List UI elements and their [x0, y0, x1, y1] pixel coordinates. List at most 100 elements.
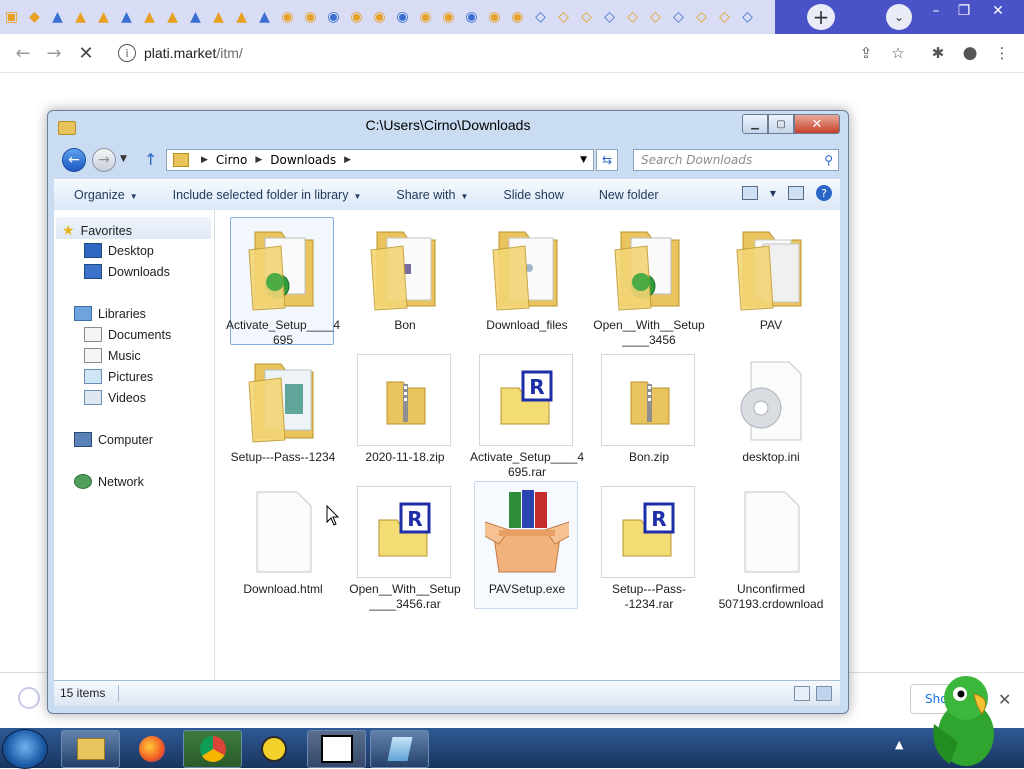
tab-favicon[interactable]: ◉ [483, 4, 506, 30]
tab-favicon[interactable]: ◇ [667, 4, 690, 30]
maximize-icon[interactable]: ▢ [768, 114, 794, 134]
start-button[interactable] [2, 729, 48, 769]
address-breadcrumb[interactable]: ▶ Cirno ▶ Downloads ▶ ▼ [166, 149, 594, 171]
file-item[interactable]: Bon [352, 217, 456, 345]
profile-avatar-icon[interactable]: ● [958, 42, 982, 64]
tab-favicon[interactable]: ◉ [460, 4, 483, 30]
taskbar-explorer-icon[interactable] [61, 730, 120, 768]
stop-loading-icon[interactable]: ✕ [73, 40, 99, 66]
bookmark-star-icon[interactable]: ☆ [886, 42, 910, 64]
tab-favicon[interactable]: ▲ [230, 4, 253, 30]
recent-pages-chevron-icon[interactable]: ▼ [120, 154, 127, 164]
file-item[interactable]: Activate_Setup____4695 [226, 217, 340, 347]
back-arrow-icon[interactable]: ← [62, 148, 86, 172]
nav-computer[interactable]: Computer [74, 432, 153, 447]
chevron-right-icon[interactable]: ▶ [201, 155, 208, 165]
nav-pictures[interactable]: Pictures [84, 369, 153, 384]
tab-favicon[interactable]: ◇ [575, 4, 598, 30]
search-icon[interactable]: ⚲ [824, 150, 833, 170]
slide-show-button[interactable]: Slide show [483, 188, 578, 202]
nav-music[interactable]: Music [84, 348, 141, 363]
preview-pane-icon[interactable] [788, 186, 804, 200]
site-info-icon[interactable]: i [118, 44, 136, 62]
file-item[interactable]: Setup---Pass--1234 [230, 349, 335, 477]
nav-videos[interactable]: Videos [84, 390, 146, 405]
tab-favicon[interactable]: ◉ [276, 4, 299, 30]
tab-favicon[interactable]: ◉ [322, 4, 345, 30]
new-folder-button[interactable]: New folder [579, 188, 674, 202]
tab-favicon[interactable]: ▲ [115, 4, 138, 30]
taskbar-7zip-icon[interactable] [307, 730, 366, 768]
back-arrow-icon[interactable]: ← [10, 40, 36, 66]
tab-favicon[interactable]: ◉ [345, 4, 368, 30]
taskbar-document-icon[interactable] [370, 730, 429, 768]
taskbar-chrome-icon[interactable] [183, 730, 242, 768]
organize-button[interactable]: Organize ▼ [54, 188, 153, 202]
up-folder-icon[interactable]: ↑ [144, 150, 157, 169]
pinned-tabs[interactable]: ▣ ◆ ▲ ▲ ▲ ▲ ▲ ▲ ▲ ▲ ▲ ▲ ◉ ◉ ◉ ◉ ◉ ◉ ◉ ◉ … [0, 0, 775, 34]
tab-favicon[interactable]: ◆ [23, 4, 46, 30]
minimize-icon[interactable]: ▁ [742, 114, 768, 134]
file-item[interactable]: R Open__With__Setup____3456.rar [349, 481, 461, 611]
file-item[interactable]: desktop.ini [718, 349, 822, 477]
file-item[interactable]: R Activate_Setup____4695.rar [470, 349, 584, 479]
tab-favicon[interactable]: ◇ [736, 4, 759, 30]
close-icon[interactable]: ✕ [794, 114, 840, 134]
nav-favorites[interactable]: ★ Favorites [62, 222, 132, 239]
tab-search-chevron-icon[interactable]: ⌄ [886, 4, 912, 30]
tab-favicon[interactable]: ▲ [207, 4, 230, 30]
close-icon[interactable]: ✕ [984, 0, 1012, 22]
tab-favicon[interactable]: ▲ [161, 4, 184, 30]
tab-favicon[interactable]: ◇ [713, 4, 736, 30]
tab-favicon[interactable]: ▲ [138, 4, 161, 30]
tab-favicon[interactable]: ▲ [46, 4, 69, 30]
nav-network[interactable]: Network [74, 474, 144, 489]
tray-show-hidden-icon[interactable]: ▲ [895, 738, 903, 751]
share-with-button[interactable]: Share with ▼ [376, 188, 483, 202]
file-item[interactable]: Open__With__Setup____3456 [593, 217, 705, 347]
chevron-down-icon[interactable]: ▼ [770, 189, 776, 198]
tab-favicon[interactable]: ◇ [552, 4, 575, 30]
help-icon[interactable]: ? [816, 185, 832, 201]
breadcrumb-item[interactable]: Cirno [216, 153, 247, 167]
tab-favicon[interactable]: ◉ [414, 4, 437, 30]
new-tab-button[interactable]: + [807, 4, 835, 30]
file-item[interactable]: PAV [718, 217, 822, 345]
tab-favicon[interactable]: ▲ [92, 4, 115, 30]
file-item[interactable]: Unconfirmed 507193.crdownload [718, 481, 823, 611]
forward-arrow-icon[interactable]: → [92, 148, 116, 172]
tab-favicon[interactable]: ◉ [391, 4, 414, 30]
download-progress-icon[interactable] [18, 687, 40, 709]
extensions-puzzle-icon[interactable]: ✱ [926, 42, 950, 64]
large-icons-view-icon[interactable] [816, 686, 832, 701]
file-item[interactable]: R Setup---Pass--1234.rar [596, 481, 700, 611]
tab-favicon[interactable]: ◇ [644, 4, 667, 30]
taskbar-firefox-icon[interactable] [122, 730, 181, 768]
tab-favicon[interactable]: ◇ [621, 4, 644, 30]
tab-favicon[interactable]: ▣ [0, 4, 23, 30]
tab-favicon[interactable]: ◉ [437, 4, 460, 30]
nav-downloads[interactable]: Downloads [84, 264, 170, 279]
file-item[interactable]: Download.html [230, 481, 334, 609]
taskbar-p-app-icon[interactable] [244, 730, 303, 768]
file-item[interactable]: PAVSetup.exe [474, 481, 578, 609]
forward-arrow-icon[interactable]: → [41, 40, 67, 66]
nav-libraries[interactable]: Libraries [74, 306, 146, 321]
file-item[interactable]: Download_files [474, 217, 578, 345]
nav-desktop[interactable]: Desktop [84, 243, 154, 258]
menu-kebab-icon[interactable]: ⋮ [990, 42, 1014, 64]
change-view-icon[interactable] [741, 186, 758, 200]
tab-favicon[interactable]: ◇ [690, 4, 713, 30]
include-in-library-button[interactable]: Include selected folder in library ▼ [153, 188, 377, 202]
tab-favicon[interactable]: ▲ [69, 4, 92, 30]
search-input[interactable]: Search Downloads ⚲ [633, 149, 839, 171]
chevron-right-icon[interactable]: ▶ [255, 155, 262, 165]
chevron-right-icon[interactable]: ▶ [344, 155, 351, 165]
tab-favicon[interactable]: ▲ [253, 4, 276, 30]
refresh-icon[interactable]: ⇆ [596, 149, 618, 171]
restore-icon[interactable]: ❐ [950, 0, 978, 22]
file-item[interactable]: Bon.zip [596, 349, 700, 477]
file-item[interactable]: 2020-11-18.zip [352, 349, 456, 477]
tab-favicon[interactable]: ◇ [598, 4, 621, 30]
details-view-icon[interactable] [794, 686, 810, 701]
